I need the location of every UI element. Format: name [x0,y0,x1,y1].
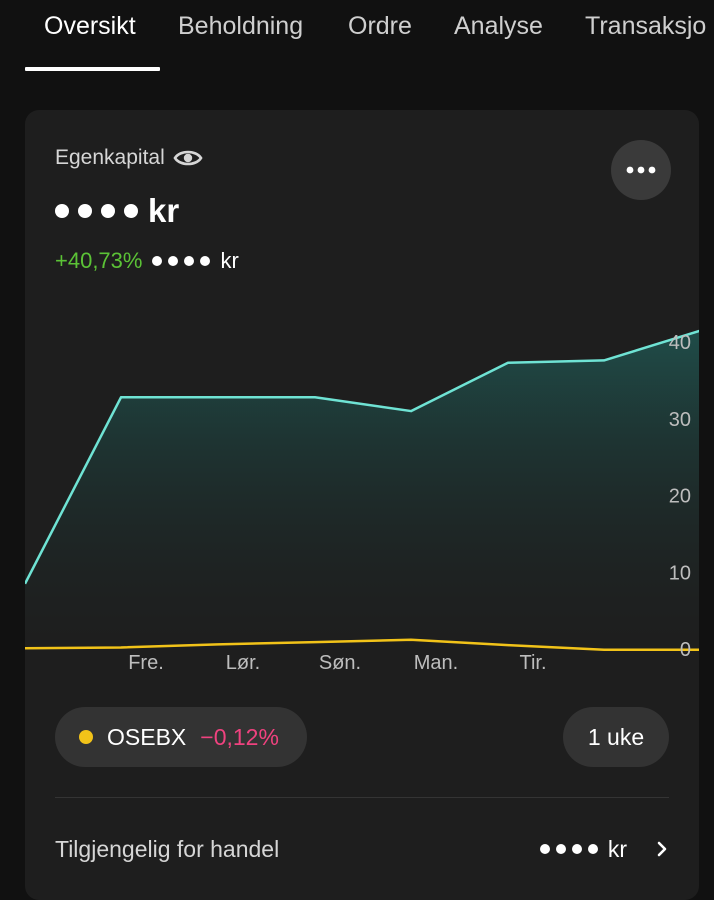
x-tick-label: Man. [414,652,458,674]
y-tick-label: 30 [669,409,691,431]
equity-chart[interactable]: Fre. Lør. Søn. Man. Tir. 40 30 20 10 0 [25,300,699,680]
available-value: kr [539,835,669,863]
y-tick-label: 20 [669,486,691,508]
more-options-button[interactable] [611,140,671,200]
x-tick-label: Søn. [319,652,361,674]
eye-icon[interactable] [173,147,203,169]
benchmark-color-dot [79,730,93,744]
equity-currency: kr [148,192,180,229]
more-dots-icon [626,166,656,174]
tab-bar: Oversikt Beholdning Ordre Analyse Transa… [0,0,714,72]
hidden-change-dots [152,256,211,266]
tab-transaksjoner[interactable]: Transaksjo [585,12,706,41]
y-tick-label: 40 [669,332,691,354]
active-tab-indicator [25,67,160,71]
equity-change-percent: +40,73% [55,248,143,273]
benchmark-toggle[interactable]: OSEBX −0,12% [55,707,307,767]
portfolio-area-fill [25,331,699,649]
tab-ordre[interactable]: Ordre [348,12,412,41]
y-tick-label: 0 [680,639,691,661]
x-tick-label: Tir. [519,652,546,674]
period-selector[interactable]: 1 uke [563,707,669,767]
equity-value: kr [55,192,179,230]
equity-label-row: Egenkapital [55,146,203,170]
x-tick-label: Fre. [128,652,164,674]
divider [55,797,669,798]
equity-change-currency: kr [220,248,239,273]
equity-card: Egenkapital kr +40,73% kr Fre. Lør. Søn. M [25,110,699,900]
equity-label: Egenkapital [55,146,165,169]
tab-analyse[interactable]: Analyse [454,12,543,41]
benchmark-name: OSEBX [107,723,187,750]
available-currency: kr [607,835,627,862]
tab-oversikt[interactable]: Oversikt [44,12,136,41]
hidden-amount-dots [55,204,138,218]
x-tick-label: Lør. [226,652,260,674]
tab-beholdning[interactable]: Beholdning [178,12,303,41]
y-tick-label: 10 [669,562,691,584]
hidden-available-dots [539,844,598,854]
available-label: Tilgjengelig for handel [55,835,280,862]
equity-change-row: +40,73% kr [55,248,239,274]
benchmark-change: −0,12% [200,723,279,750]
available-for-trading-row[interactable]: Tilgjengelig for handel kr [55,822,669,876]
chevron-right-icon [657,841,667,857]
